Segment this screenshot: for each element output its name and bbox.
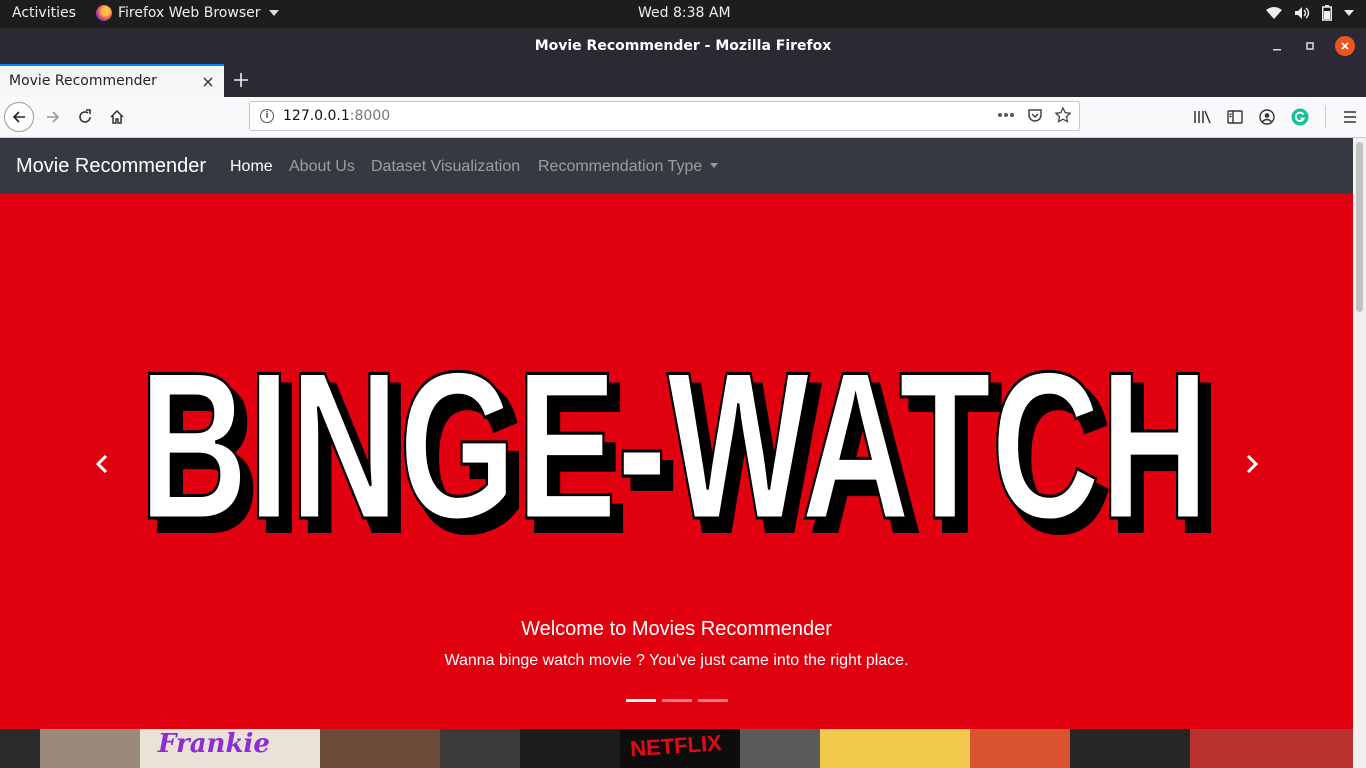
- clock[interactable]: Wed 8:38 AM: [638, 5, 731, 21]
- close-button[interactable]: [1335, 36, 1355, 56]
- poster-tile: [740, 729, 820, 768]
- hero-carousel: BINGE-WATCH BINGE-WATCH Welcome to Movie…: [0, 194, 1353, 729]
- close-icon: [203, 77, 213, 87]
- tab-movie-recommender[interactable]: Movie Recommender: [0, 64, 224, 97]
- sidebar-icon[interactable]: [1227, 110, 1243, 124]
- url-text[interactable]: 127.0.0.1:8000: [283, 108, 390, 124]
- page-viewport: Movie Recommender Home About Us Dataset …: [0, 138, 1366, 768]
- poster-tile: [40, 729, 140, 768]
- site-navbar: Movie Recommender Home About Us Dataset …: [0, 138, 1353, 194]
- reload-button[interactable]: [70, 102, 100, 132]
- forward-button[interactable]: [38, 102, 68, 132]
- carousel-prev-button[interactable]: [90, 452, 114, 476]
- page-scrollbar[interactable]: [1353, 138, 1366, 768]
- home-icon: [110, 109, 124, 124]
- carousel-caption-title: Welcome to Movies Recommender: [521, 618, 832, 640]
- app-menu[interactable]: Firefox Web Browser: [96, 5, 279, 21]
- pocket-icon[interactable]: [1027, 107, 1043, 123]
- app-name: Firefox Web Browser: [118, 5, 261, 21]
- close-icon: [1341, 42, 1349, 50]
- carousel-indicator-2[interactable]: [662, 699, 692, 702]
- poster-tile: [440, 729, 520, 768]
- minimize-button[interactable]: [1267, 36, 1287, 56]
- poster-label-netflix: NETFLIX: [629, 730, 723, 762]
- poster-netflix: NETFLIX: [620, 729, 740, 768]
- prev-icon: [95, 454, 108, 474]
- tab-close-button[interactable]: [202, 71, 214, 92]
- library-icon[interactable]: [1193, 109, 1211, 125]
- poster-label-frankie: Frankie: [158, 729, 270, 759]
- grammarly-icon[interactable]: [1291, 108, 1309, 126]
- new-tab-button[interactable]: [230, 66, 252, 94]
- volume-icon: [1295, 7, 1310, 19]
- chevron-down-icon: [268, 10, 279, 16]
- firefox-icon: [96, 5, 112, 21]
- browser-toolbar: i 127.0.0.1:8000: [0, 97, 1366, 138]
- home-button[interactable]: [102, 102, 132, 132]
- poster-tile: [1070, 729, 1190, 768]
- carousel-caption-text: Wanna binge watch movie ? You've just ca…: [444, 652, 909, 669]
- poster-tile: [520, 729, 620, 768]
- site-brand[interactable]: Movie Recommender: [16, 155, 206, 178]
- carousel-indicator-1[interactable]: [626, 699, 656, 702]
- system-tray[interactable]: [1266, 5, 1354, 21]
- poster-tile: [1190, 729, 1353, 768]
- maximize-button[interactable]: [1300, 36, 1320, 56]
- banner-text: BINGE-WATCH: [139, 334, 1209, 544]
- battery-icon: [1322, 5, 1332, 21]
- nav-home[interactable]: Home: [230, 158, 273, 176]
- back-button[interactable]: [4, 102, 34, 132]
- back-icon: [12, 111, 25, 123]
- tab-strip: Movie Recommender: [0, 64, 1366, 97]
- carousel-indicators: [626, 699, 728, 702]
- poster-tile: [820, 729, 970, 768]
- plus-icon: [234, 73, 248, 87]
- more-icon[interactable]: [997, 112, 1015, 118]
- poster-tile: [0, 729, 40, 768]
- poster-tile: [320, 729, 440, 768]
- carousel-indicator-3[interactable]: [698, 699, 728, 702]
- activities-button[interactable]: Activities: [12, 5, 76, 21]
- url-bar[interactable]: i 127.0.0.1:8000: [249, 101, 1080, 131]
- account-icon[interactable]: [1259, 109, 1275, 125]
- chevron-down-icon: [1344, 10, 1354, 16]
- binge-watch-banner: BINGE-WATCH BINGE-WATCH: [138, 334, 1223, 544]
- system-top-bar: Activities Firefox Web Browser Wed 8:38 …: [0, 0, 1366, 28]
- window-title: Movie Recommender - Mozilla Firefox: [534, 38, 832, 54]
- info-icon[interactable]: i: [260, 109, 274, 123]
- minimize-icon: [1273, 49, 1281, 51]
- poster-tile: [970, 729, 1070, 768]
- next-icon: [1246, 454, 1259, 474]
- poster-frankie: Frankie: [140, 729, 320, 768]
- window-title-bar: Movie Recommender - Mozilla Firefox: [0, 28, 1366, 64]
- star-icon[interactable]: [1055, 107, 1071, 123]
- nav-about-us[interactable]: About Us: [289, 158, 355, 176]
- poster-strip: Frankie NETFLIX: [0, 729, 1353, 768]
- carousel-next-button[interactable]: [1240, 452, 1264, 476]
- forward-icon: [47, 111, 60, 123]
- nav-recommendation-type-dropdown[interactable]: Recommendation Type: [538, 158, 719, 176]
- menu-icon[interactable]: [1342, 110, 1358, 124]
- toolbar-divider: [1325, 106, 1326, 128]
- tab-label: Movie Recommender: [9, 73, 157, 89]
- reload-icon: [79, 109, 91, 123]
- maximize-icon: [1306, 42, 1314, 50]
- wifi-icon: [1266, 7, 1282, 19]
- nav-dataset-visualization[interactable]: Dataset Visualization: [371, 158, 520, 176]
- scrollbar-thumb[interactable]: [1356, 142, 1363, 312]
- chevron-down-icon: [710, 162, 719, 168]
- dropdown-label: Recommendation Type: [538, 158, 703, 175]
